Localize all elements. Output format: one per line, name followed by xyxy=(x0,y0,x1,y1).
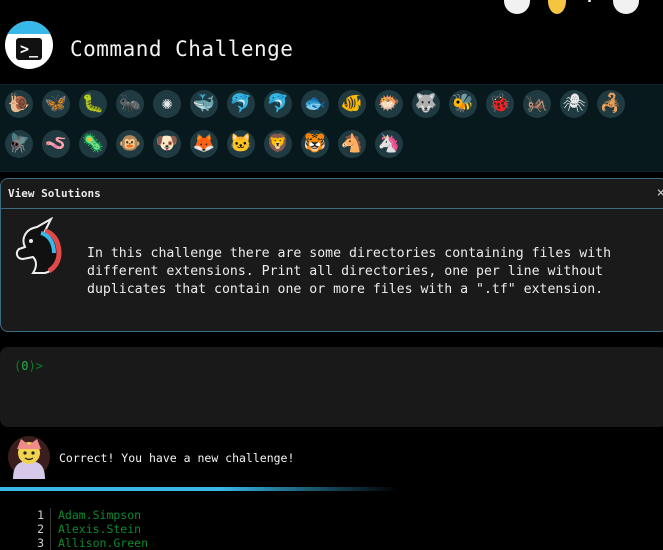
panel-header[interactable]: View Solutions × xyxy=(1,179,663,209)
result-message: Correct! You have a new challenge! xyxy=(59,451,295,465)
cat-icon[interactable]: 🐱 xyxy=(227,130,255,158)
whale-icon[interactable]: 🐳 xyxy=(190,90,218,118)
horse-icon[interactable]: 🐴 xyxy=(338,130,366,158)
dolphin-icon[interactable]: 🐬 xyxy=(264,90,292,118)
animal-row-2: 🪰 🪱 🦠 🐵 🐶 🦊 🐱 🦁 🐯 🐴 🦄 xyxy=(0,128,407,160)
view-solutions-panel: View Solutions × In this challenge there… xyxy=(0,178,663,332)
output-line: 3 Allison.Green xyxy=(0,536,663,550)
snail-icon[interactable]: 🐌 xyxy=(5,90,33,118)
ant-icon[interactable]: 🐜 xyxy=(116,90,144,118)
fish-icon[interactable]: 🐟 xyxy=(301,90,329,118)
output-line: 2 Alexis.Stein xyxy=(0,522,663,536)
command-output: 1 Adam.Simpson 2 Alexis.Stein 3 Allison.Green xyxy=(0,508,663,550)
page-title: Command Challenge xyxy=(70,37,294,61)
pushpin-icon[interactable]: ✚ xyxy=(584,0,595,14)
output-text: Adam.Simpson xyxy=(58,508,142,522)
ladybug-icon[interactable]: 🐞 xyxy=(486,90,514,118)
lion-icon[interactable]: 🦁 xyxy=(264,130,292,158)
bee-icon[interactable]: 🐝 xyxy=(449,90,477,118)
challenge-animal-bar: 🐌 🦋 🐛 🐜 ✺ 🐳 🐬 🐬 🐟 🐠 🐡 🐺 🐝 🐞 🦗 🕷 🦂 🪰 🪱 🦠 🐵 🐶 🦊 🐱 🦁 🐯 🐴 🦄 xyxy=(0,84,663,172)
line-separator xyxy=(50,522,51,536)
challenge-description: In this challenge there are some directo… xyxy=(87,246,612,297)
circle-icon[interactable] xyxy=(504,0,531,14)
microbe-icon[interactable]: 🦠 xyxy=(79,130,107,158)
tiger-icon[interactable]: 🐯 xyxy=(301,130,329,158)
terminal-prompt-icon[interactable]: >_ xyxy=(5,21,53,69)
scorpion-icon[interactable]: 🦂 xyxy=(597,90,625,118)
worm-icon[interactable]: 🪱 xyxy=(42,130,70,158)
view-solutions-label[interactable]: View Solutions xyxy=(8,187,101,200)
wolf-icon[interactable]: 🐺 xyxy=(412,90,440,118)
output-text: Allison.Green xyxy=(58,536,149,550)
lightbulb-icon[interactable] xyxy=(548,0,567,14)
prompt-glyph: >_ xyxy=(16,38,42,60)
unicorn-icon xyxy=(15,217,62,274)
grasshopper-icon[interactable]: 🦗 xyxy=(523,90,551,118)
dog-icon[interactable]: 🐶 xyxy=(153,130,181,158)
app-header: >_ Command Challenge xyxy=(0,17,663,77)
blowfish-icon[interactable]: 🐡 xyxy=(375,90,403,118)
fox-icon[interactable]: 🦊 xyxy=(190,130,218,158)
line-separator xyxy=(50,508,51,522)
avatar xyxy=(8,436,50,479)
line-number: 3 xyxy=(37,536,44,550)
terminal-prompt[interactable]: (0)> xyxy=(14,359,43,373)
prompt-count: 0 xyxy=(21,359,29,373)
line-separator xyxy=(50,536,51,550)
caterpillar-icon[interactable]: 🐛 xyxy=(79,90,107,118)
command-terminal[interactable]: (0)> xyxy=(0,347,663,427)
output-text: Alexis.Stein xyxy=(58,522,142,536)
spider-icon[interactable]: 🕷 xyxy=(560,90,588,118)
virus-icon[interactable]: ✺ xyxy=(153,90,181,118)
fly-icon[interactable]: 🪰 xyxy=(5,130,33,158)
line-number: 1 xyxy=(37,508,44,522)
tropical-fish-icon[interactable]: 🐠 xyxy=(338,90,366,118)
dolphin-icon[interactable]: 🐬 xyxy=(227,90,255,118)
unicorn-icon[interactable]: 🦄 xyxy=(375,130,403,158)
close-icon[interactable]: × xyxy=(657,185,663,201)
animal-row-1: 🐌 🦋 🐛 🐜 ✺ 🐳 🐬 🐬 🐟 🐠 🐡 🐺 🐝 🐞 🦗 🕷 🦂 xyxy=(0,88,629,120)
butterfly-icon[interactable]: 🦋 xyxy=(42,90,70,118)
circle-icon[interactable] xyxy=(613,0,639,14)
output-line: 1 Adam.Simpson xyxy=(0,508,663,522)
line-number: 2 xyxy=(37,522,44,536)
monkey-icon[interactable]: 🐵 xyxy=(116,130,144,158)
top-toolbar-icons: ✚ xyxy=(504,0,639,14)
challenge-progress-bar xyxy=(0,487,398,491)
